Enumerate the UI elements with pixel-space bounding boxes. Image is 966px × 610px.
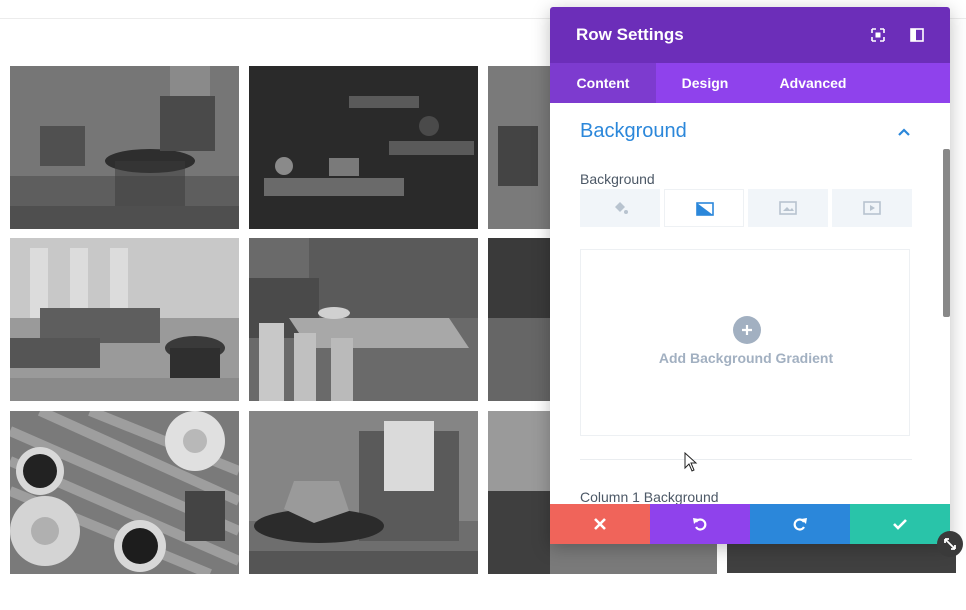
background-video-tab[interactable] — [832, 189, 912, 227]
background-image-tab[interactable] — [748, 189, 828, 227]
check-icon — [893, 519, 907, 530]
background-color-tab[interactable] — [580, 189, 660, 227]
gallery-image[interactable] — [10, 411, 239, 574]
column-background-label: Column 1 Background — [580, 489, 719, 504]
mouse-cursor-icon — [684, 452, 698, 472]
gradient-preview-box: Add Background Gradient — [580, 249, 910, 436]
gradient-icon — [696, 202, 714, 216]
image-icon — [779, 201, 797, 215]
close-icon — [594, 518, 606, 530]
resize-handle[interactable] — [937, 531, 963, 557]
gallery-image[interactable] — [10, 66, 239, 229]
video-icon — [863, 201, 881, 215]
redo-icon — [793, 518, 807, 531]
add-gradient-button[interactable] — [733, 316, 761, 344]
add-gradient-label[interactable]: Add Background Gradient — [581, 350, 911, 366]
snap-to-position-icon — [871, 28, 885, 42]
split-view-button[interactable] — [908, 26, 926, 44]
gallery-image[interactable] — [249, 66, 478, 229]
tab-advanced[interactable]: Advanced — [754, 63, 872, 103]
gallery-image[interactable] — [249, 238, 478, 401]
settings-body: Background Background Add Background Gra… — [550, 103, 950, 504]
section-title-background[interactable]: Background — [580, 120, 687, 143]
redo-button[interactable] — [750, 504, 850, 544]
tab-content[interactable]: Content — [550, 63, 656, 103]
background-gradient-tab[interactable] — [664, 189, 744, 227]
undo-icon — [693, 518, 707, 531]
undo-button[interactable] — [650, 504, 750, 544]
paint-bucket-icon — [615, 202, 628, 214]
gallery-image[interactable] — [249, 411, 478, 574]
save-button[interactable] — [850, 504, 950, 544]
snap-to-position-button[interactable] — [869, 26, 887, 44]
plus-icon — [742, 325, 752, 335]
gallery-image[interactable] — [10, 238, 239, 401]
tab-design[interactable]: Design — [656, 63, 754, 103]
split-view-icon — [910, 28, 924, 42]
background-field-label: Background — [580, 171, 655, 187]
divider — [580, 459, 912, 460]
chevron-up-icon[interactable] — [896, 124, 912, 140]
row-settings-panel: Row Settings Content Design Advanced Bac… — [550, 7, 950, 544]
settings-tabs: Content Design Advanced — [550, 63, 950, 103]
panel-title: Row Settings — [576, 25, 684, 44]
discard-button[interactable] — [550, 504, 650, 544]
panel-footer — [550, 504, 950, 544]
background-type-tabs — [580, 189, 912, 227]
gallery-image[interactable] — [727, 544, 956, 573]
panel-scrollbar[interactable] — [943, 149, 950, 317]
panel-header: Row Settings — [550, 7, 950, 63]
resize-icon — [944, 538, 956, 550]
